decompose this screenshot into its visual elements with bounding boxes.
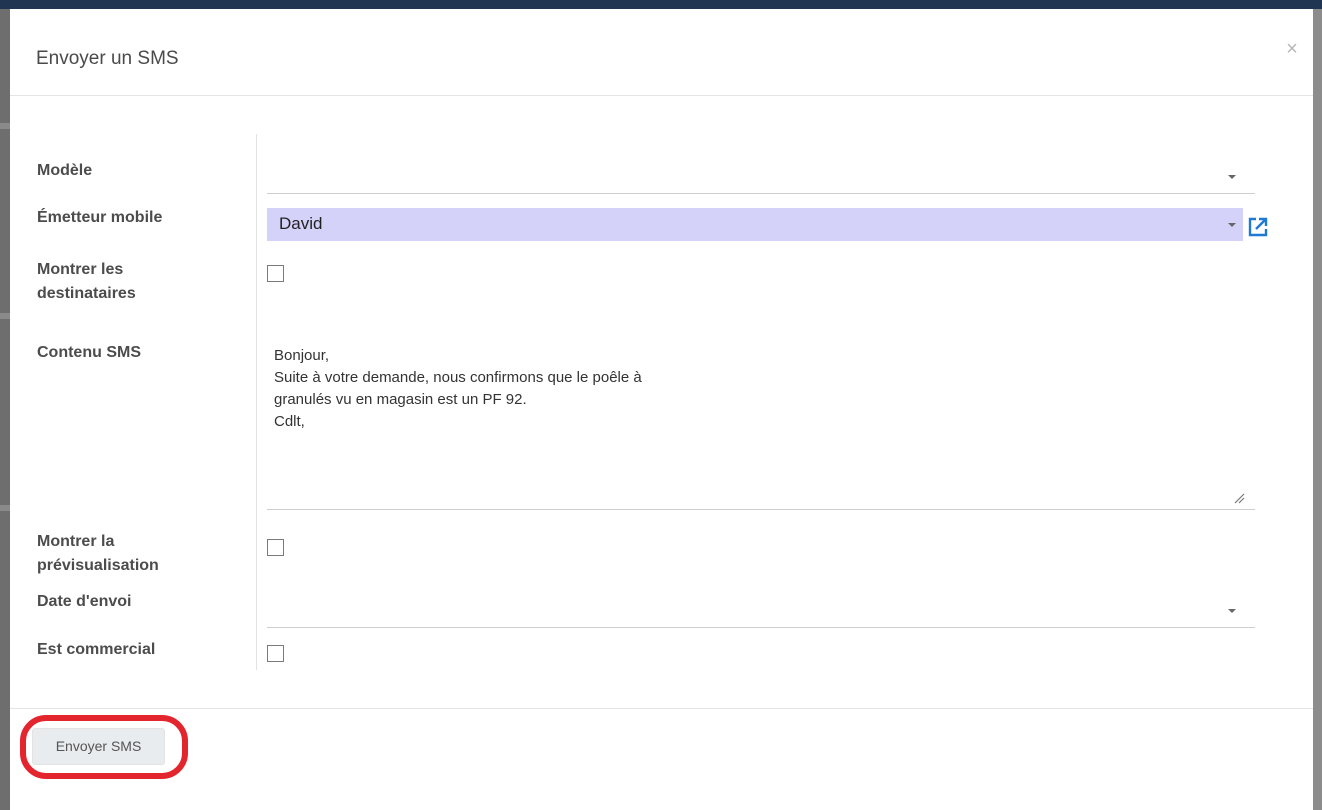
chevron-down-icon: [1228, 609, 1236, 613]
dialog-header: Envoyer un SMS ×: [10, 9, 1313, 96]
send-date-underline: [267, 627, 1255, 628]
sms-content-line: Suite à votre demande, nous confirmons q…: [274, 369, 642, 386]
label-column-divider: [256, 134, 257, 670]
show-preview-checkbox[interactable]: [267, 539, 284, 556]
show-preview-label-line2: prévisualisation: [37, 557, 159, 574]
show-recipients-label: Montrer les destinataires: [37, 258, 237, 306]
show-recipients-label-line2: destinataires: [37, 285, 136, 302]
send-date-label: Date d'envoi: [37, 593, 132, 610]
is-commercial-checkbox[interactable]: [267, 645, 284, 662]
show-recipients-checkbox[interactable]: [267, 265, 284, 282]
dialog-title: Envoyer un SMS: [36, 48, 179, 69]
backdrop-band: [0, 313, 10, 319]
dialog-footer-divider: [10, 708, 1313, 709]
backdrop-left-edge: [0, 9, 10, 810]
is-commercial-label: Est commercial: [37, 641, 156, 658]
sms-content-line: granulés vu en magasin est un PF 92.: [274, 391, 527, 408]
mobile-sender-value: David: [279, 214, 323, 233]
show-recipients-label-line1: Montrer les: [37, 261, 124, 278]
template-underline: [267, 193, 1255, 194]
close-icon[interactable]: ×: [1282, 39, 1302, 59]
screen: Envoyer un SMS × Modèle Émetteur mobile …: [0, 0, 1322, 810]
sms-content-label: Contenu SMS: [37, 344, 141, 361]
app-top-bar: [0, 0, 1322, 9]
send-sms-dialog: Envoyer un SMS × Modèle Émetteur mobile …: [10, 9, 1313, 810]
mobile-sender-label: Émetteur mobile: [37, 209, 163, 226]
backdrop-band: [0, 505, 10, 511]
template-select[interactable]: [267, 159, 1255, 194]
template-label: Modèle: [37, 162, 93, 179]
send-date-select[interactable]: [267, 594, 1255, 627]
chevron-down-icon: [1228, 223, 1236, 227]
sms-content-textarea[interactable]: Bonjour, Suite à votre demande, nous con…: [267, 334, 1255, 510]
chevron-down-icon: [1228, 175, 1236, 179]
send-sms-button[interactable]: Envoyer SMS: [32, 728, 165, 765]
mobile-sender-select[interactable]: David: [267, 208, 1243, 241]
sms-content-line: Bonjour,: [274, 347, 330, 364]
show-preview-label-line1: Montrer la: [37, 533, 115, 550]
backdrop-right-edge: [1313, 9, 1322, 810]
show-preview-label: Montrer la prévisualisation: [37, 530, 237, 578]
sms-content-line: Cdlt,: [274, 413, 305, 430]
backdrop-band: [0, 123, 10, 129]
external-link-icon[interactable]: [1247, 216, 1269, 238]
resize-handle-icon[interactable]: [1233, 492, 1245, 504]
